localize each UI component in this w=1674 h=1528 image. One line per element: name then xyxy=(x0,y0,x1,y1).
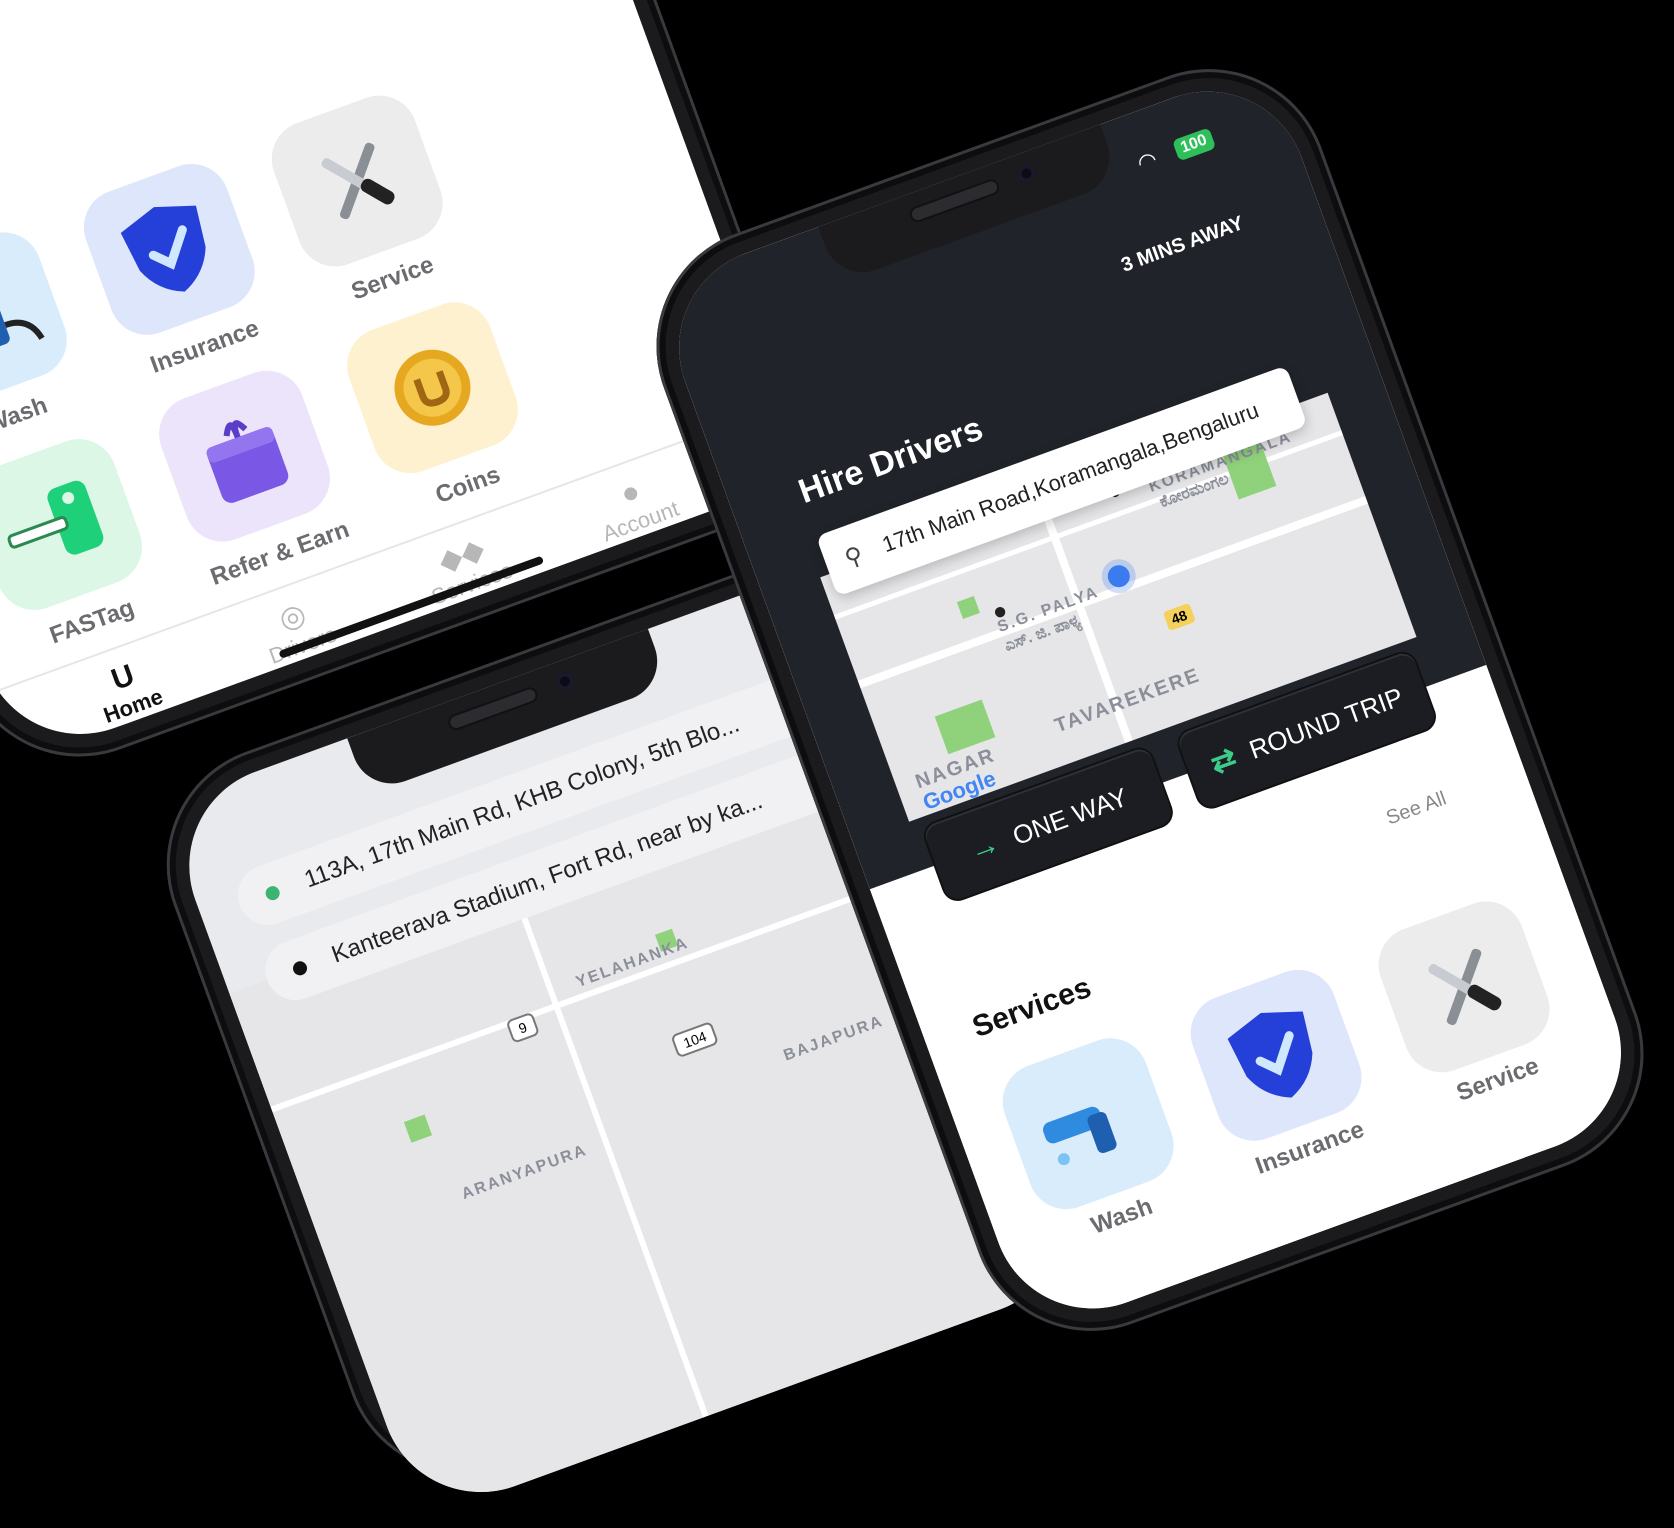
road-badge: 48 xyxy=(1162,602,1196,632)
map-label: BAJAPURA xyxy=(781,1012,886,1065)
tile-refer-earn[interactable] xyxy=(148,359,341,553)
car-marker-icon: ● xyxy=(988,596,1012,627)
shield-check-icon xyxy=(73,153,265,345)
location-pin-icon: ⚲ xyxy=(841,540,867,573)
tile-coins[interactable] xyxy=(336,291,529,484)
tile-fastag[interactable] xyxy=(0,428,153,621)
swap-arrows-icon: ⇄ xyxy=(1206,740,1241,781)
fastag-icon xyxy=(0,428,153,620)
tile-service[interactable] xyxy=(261,84,454,278)
map-label: ARANYAPURA xyxy=(459,1141,590,1203)
route-badge: 104 xyxy=(670,1020,720,1059)
pickup-dot-icon xyxy=(263,884,282,903)
coin-icon xyxy=(336,292,528,484)
map-park xyxy=(956,595,980,620)
camera xyxy=(1014,161,1039,186)
camera xyxy=(553,669,577,693)
arrow-right-icon: → xyxy=(964,826,1005,868)
map-park xyxy=(403,1114,433,1143)
tile-insurance[interactable] xyxy=(73,153,266,346)
one-way-label: ONE WAY xyxy=(1008,781,1132,851)
drop-dot-icon xyxy=(291,959,309,978)
wrench-screwdriver-icon xyxy=(261,85,453,277)
gift-box-icon xyxy=(148,360,340,552)
map-road xyxy=(270,861,946,1113)
